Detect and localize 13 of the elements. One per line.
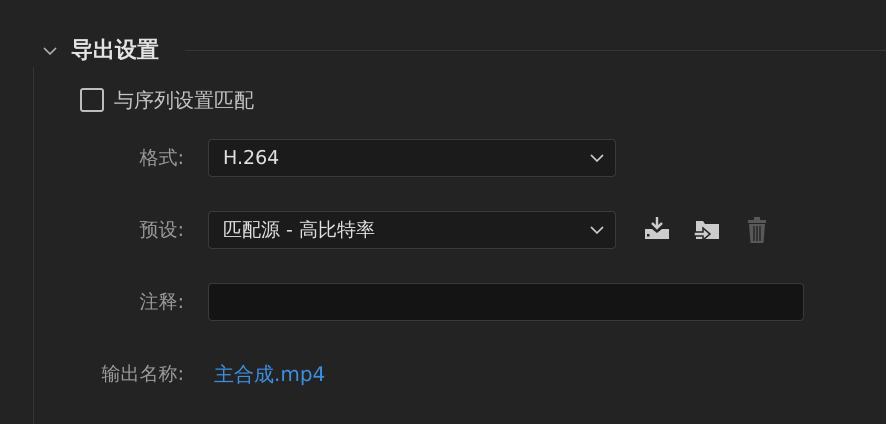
caret-icon: [589, 225, 605, 235]
checkbox-label: 与序列设置匹配: [114, 87, 254, 114]
section-title: 导出设置: [71, 37, 159, 65]
comment-field[interactable]: [208, 283, 804, 321]
output-name-link[interactable]: 主合成.mp4: [208, 359, 326, 389]
checkbox[interactable]: [80, 88, 104, 112]
field-label: 格式:: [138, 146, 185, 171]
field-label: 输出名称:: [100, 362, 185, 387]
field-label: 预设:: [138, 218, 185, 243]
field-label: 注释:: [138, 290, 185, 315]
caret-icon: [589, 153, 605, 163]
format-dropdown[interactable]: H.264: [208, 139, 616, 177]
preset-dropdown[interactable]: 匹配源 - 高比特率: [208, 211, 616, 249]
